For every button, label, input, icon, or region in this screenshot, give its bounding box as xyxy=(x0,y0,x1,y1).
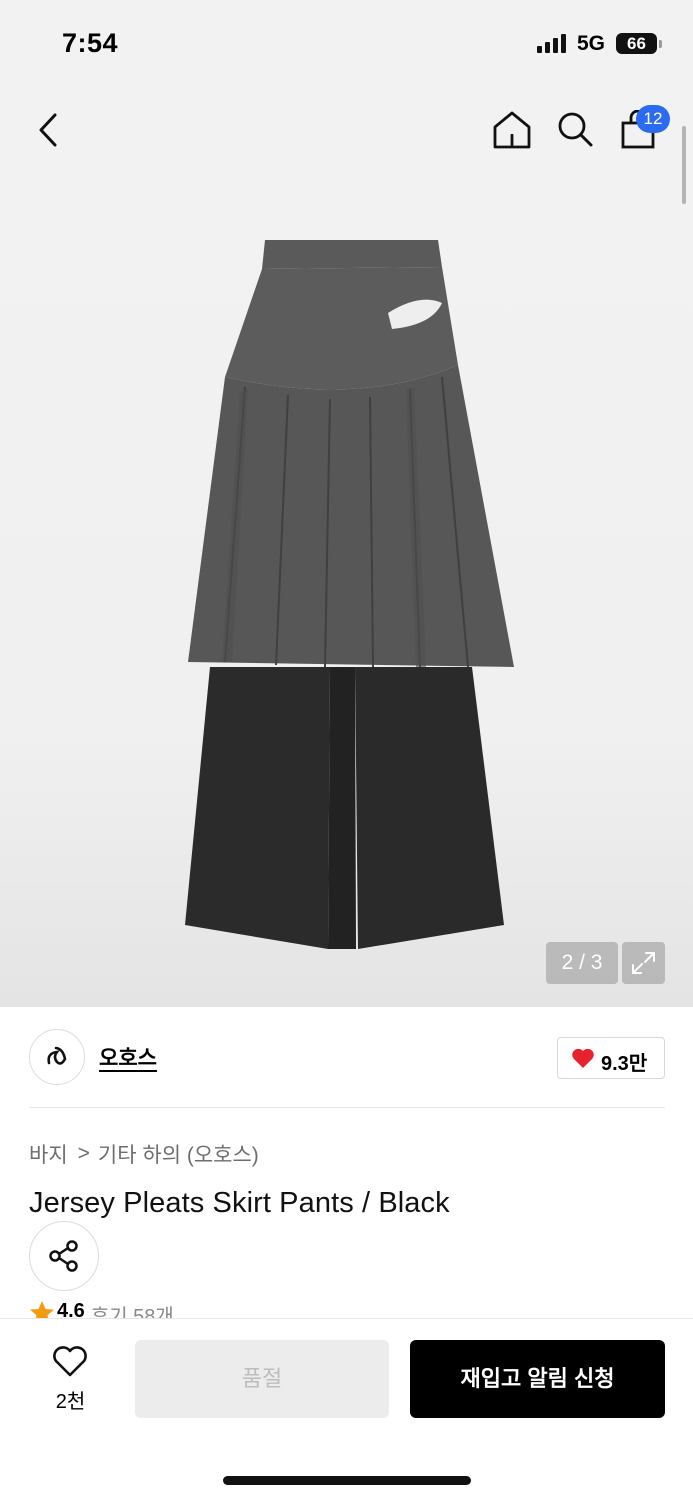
divider xyxy=(29,1107,665,1108)
network-label: 5G xyxy=(577,32,606,55)
heart-outline-icon[interactable] xyxy=(52,1346,88,1378)
wishlist-count: 2천 xyxy=(55,1391,86,1413)
brand-logo-mark xyxy=(47,1046,67,1065)
product-photo xyxy=(185,240,514,949)
product-title: Jersey Pleats Skirt Pants / Black xyxy=(29,1187,450,1219)
cart-count-badge: 12 xyxy=(636,105,670,133)
breadcrumb-separator: > xyxy=(77,1142,90,1165)
chevron-left-icon[interactable] xyxy=(34,112,64,148)
brand-logo[interactable] xyxy=(29,1029,85,1085)
status-bar: 7:54 5G 66 xyxy=(0,0,693,90)
brand-like-count: 9.3만 xyxy=(601,1053,648,1075)
home-indicator xyxy=(223,1476,471,1485)
share-button[interactable] xyxy=(29,1221,99,1291)
share-icon xyxy=(49,1240,78,1272)
image-counter: 2 / 3 xyxy=(546,942,618,984)
star-icon xyxy=(30,1301,54,1320)
search-icon[interactable] xyxy=(556,110,594,148)
brand-like-button[interactable]: 9.3만 xyxy=(557,1037,665,1079)
expand-icon xyxy=(632,952,655,974)
heart-icon xyxy=(572,1048,594,1068)
breadcrumb: 바지 > 기타 하의 (오호스) xyxy=(29,1139,259,1169)
signal-icon xyxy=(537,34,566,53)
breadcrumb-subcategory[interactable]: 기타 하의 (오호스) xyxy=(98,1139,259,1169)
brand-name-link[interactable]: 오호스 xyxy=(99,1042,157,1072)
rating-row[interactable]: 4.6 후기 58개 xyxy=(29,1300,329,1320)
breadcrumb-category[interactable]: 바지 xyxy=(29,1139,68,1169)
rating-score: 4.6 xyxy=(57,1300,85,1320)
restock-alert-button[interactable]: 재입고 알림 신청 xyxy=(410,1340,665,1418)
home-icon[interactable] xyxy=(492,110,532,150)
review-count[interactable]: 후기 58개 xyxy=(91,1300,174,1320)
scrollbar[interactable] xyxy=(682,126,686,204)
expand-button[interactable] xyxy=(622,942,665,984)
battery-indicator: 66 xyxy=(616,33,662,54)
status-time: 7:54 xyxy=(62,28,119,58)
soldout-button: 품절 xyxy=(135,1340,389,1418)
